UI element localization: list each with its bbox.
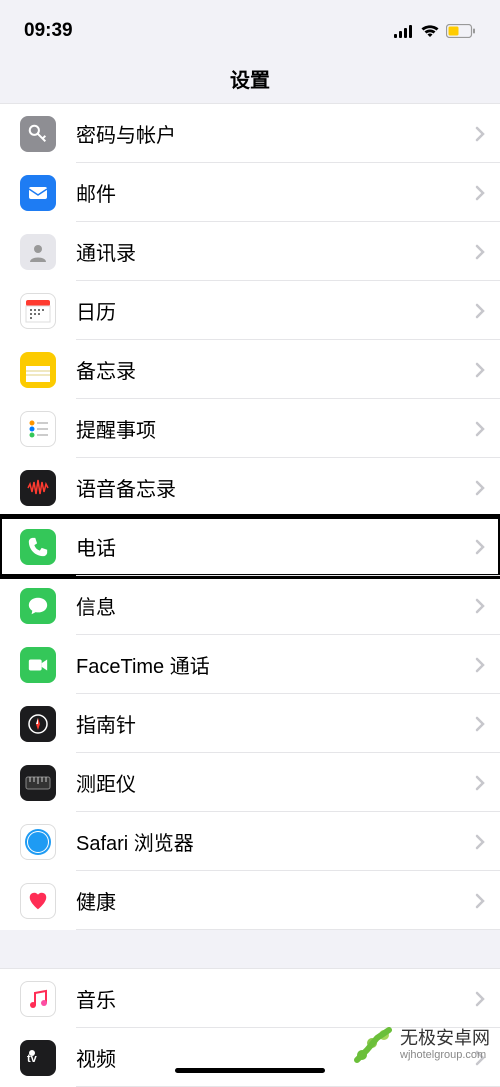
signal-icon xyxy=(394,25,414,38)
settings-row-health[interactable]: 健康 xyxy=(0,871,500,930)
settings-row-music[interactable]: 音乐 xyxy=(0,969,500,1028)
settings-row-compass[interactable]: 指南针 xyxy=(0,694,500,753)
chevron-right-icon xyxy=(460,598,500,614)
settings-row-measure[interactable]: 测距仪 xyxy=(0,753,500,812)
watermark-title: 无极安卓网 xyxy=(400,1029,490,1049)
row-label: 邮件 xyxy=(76,178,460,207)
compass-icon xyxy=(20,706,56,742)
settings-row-calendar[interactable]: 日历 xyxy=(0,281,500,340)
chevron-right-icon xyxy=(460,421,500,437)
chevron-right-icon xyxy=(460,775,500,791)
row-label: Safari 浏览器 xyxy=(76,827,460,856)
health-icon xyxy=(20,883,56,919)
settings-row-phone[interactable]: 电话 xyxy=(0,517,500,576)
row-label: 通讯录 xyxy=(76,237,460,266)
measure-icon xyxy=(20,765,56,801)
settings-row-reminders[interactable]: 提醒事项 xyxy=(0,399,500,458)
music-icon xyxy=(20,981,56,1017)
row-label: 音乐 xyxy=(76,984,460,1013)
settings-row-facetime[interactable]: FaceTime 通话 xyxy=(0,635,500,694)
settings-row-key[interactable]: 密码与帐户 xyxy=(0,104,500,163)
watermark-sub: wjhotelgroup.com xyxy=(400,1049,490,1061)
page-title: 设置 xyxy=(230,70,270,92)
row-label: 语音备忘录 xyxy=(76,473,460,502)
notes-icon xyxy=(20,352,56,388)
chevron-right-icon xyxy=(460,362,500,378)
nav-bar: 设置 xyxy=(0,50,500,103)
watermark: 无极安卓网 wjhotelgroup.com xyxy=(354,1025,490,1065)
row-label: FaceTime 通话 xyxy=(76,650,460,679)
settings-row-notes[interactable]: 备忘录 xyxy=(0,340,500,399)
settings-row-mail[interactable]: 邮件 xyxy=(0,163,500,222)
chevron-right-icon xyxy=(460,126,500,142)
settings-row-safari[interactable]: Safari 浏览器 xyxy=(0,812,500,871)
tv-icon: tv xyxy=(20,1040,56,1076)
group-separator xyxy=(0,930,500,968)
chevron-right-icon xyxy=(460,716,500,732)
settings-row-message[interactable]: 信息 xyxy=(0,576,500,635)
settings-row-contacts[interactable]: 通讯录 xyxy=(0,222,500,281)
home-indicator xyxy=(175,1068,325,1073)
row-label: 电话 xyxy=(76,532,460,561)
chevron-right-icon xyxy=(460,303,500,319)
message-icon xyxy=(20,588,56,624)
chevron-right-icon xyxy=(460,893,500,909)
facetime-icon xyxy=(20,647,56,683)
chevron-right-icon xyxy=(460,480,500,496)
status-time: 09:39 xyxy=(24,20,73,42)
reminders-icon xyxy=(20,411,56,447)
chevron-right-icon xyxy=(460,185,500,201)
row-label: 日历 xyxy=(76,296,460,325)
voice-icon xyxy=(20,470,56,506)
key-icon xyxy=(20,116,56,152)
calendar-icon xyxy=(20,293,56,329)
chevron-right-icon xyxy=(460,991,500,1007)
row-label: 备忘录 xyxy=(76,355,460,384)
chevron-right-icon xyxy=(460,244,500,260)
status-bar: 09:39 xyxy=(0,0,500,50)
row-label: 健康 xyxy=(76,886,460,915)
chevron-right-icon xyxy=(460,657,500,673)
mail-icon xyxy=(20,175,56,211)
status-icons xyxy=(394,24,476,38)
watermark-logo-icon xyxy=(354,1025,394,1065)
settings-row-voice[interactable]: 语音备忘录 xyxy=(0,458,500,517)
row-label: 提醒事项 xyxy=(76,414,460,443)
phone-icon xyxy=(20,529,56,565)
contacts-icon xyxy=(20,234,56,270)
chevron-right-icon xyxy=(460,539,500,555)
row-label: 测距仪 xyxy=(76,768,460,797)
battery-icon xyxy=(446,24,476,38)
settings-list: 密码与帐户邮件通讯录日历备忘录提醒事项语音备忘录电话信息 FaceTime 通话指… xyxy=(0,103,500,930)
safari-icon xyxy=(20,824,56,860)
row-label: 密码与帐户 xyxy=(76,119,460,148)
chevron-right-icon xyxy=(460,834,500,850)
wifi-icon xyxy=(420,24,440,38)
row-label: 指南针 xyxy=(76,709,460,738)
row-label: 信息 xyxy=(76,591,460,620)
